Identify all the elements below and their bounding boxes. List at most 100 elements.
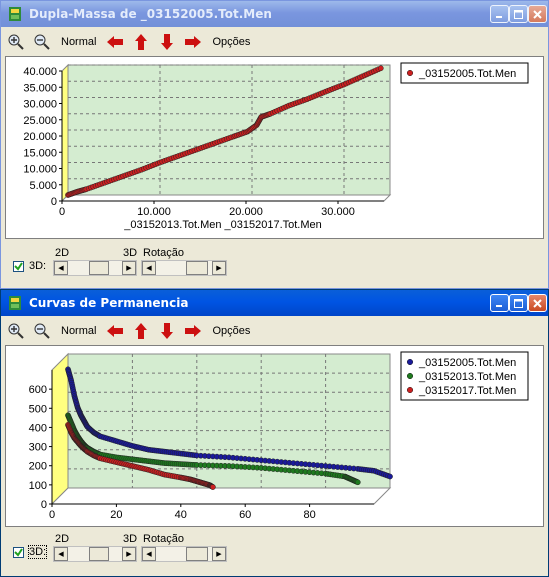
chart-toolbar: Normal Opções	[5, 31, 258, 53]
maximize-icon	[514, 9, 523, 19]
2d-3d-slider[interactable]: ◀ ▶	[53, 546, 137, 562]
pan-left-button[interactable]	[104, 32, 126, 52]
title-bar[interactable]: Dupla-Massa de _03152005.Tot.Men	[1, 1, 548, 27]
slider-thumb[interactable]	[89, 261, 109, 275]
chart-side-wall	[51, 352, 69, 506]
slider-left-button[interactable]: ◀	[54, 261, 68, 275]
rotation-slider[interactable]: ◀ ▶	[141, 546, 227, 562]
y-tick-label: 5.000	[29, 180, 57, 192]
slider-right-button[interactable]: ▶	[122, 547, 136, 561]
zoom-in-button[interactable]	[5, 321, 27, 341]
close-icon	[533, 9, 542, 19]
y-tick-label: 15.000	[23, 147, 57, 159]
title-bar[interactable]: Curvas de Permanencia	[1, 290, 548, 316]
zoom-out-icon	[34, 323, 50, 339]
maximize-button[interactable]	[509, 294, 528, 312]
legend-label: _03152005.Tot.Men	[418, 357, 516, 369]
x-tick-label: 30.000	[321, 206, 355, 218]
y-tick-label: 0	[41, 499, 47, 511]
x-tick-label: 0	[49, 509, 55, 521]
arrow-up-icon	[135, 34, 148, 50]
view-controls: 3D: 2D 3D Rotação ◀ ▶ ◀ ▶	[5, 530, 544, 570]
slider-thumb[interactable]	[89, 547, 109, 561]
slider-left-button[interactable]: ◀	[54, 547, 68, 561]
pan-up-button[interactable]	[130, 321, 152, 341]
close-button[interactable]	[528, 294, 547, 312]
y-tick-label: 0	[51, 196, 57, 208]
pan-right-button[interactable]	[182, 321, 204, 341]
double-mass-chart: 0 10.000 20.000 30.000 0 5.000 10.000 15.000 20.…	[5, 56, 544, 239]
normal-button[interactable]: Normal	[57, 321, 100, 341]
pan-down-button[interactable]	[156, 321, 178, 341]
3d-label: 3D	[123, 533, 138, 545]
double-mass-plot: 0 10.000 20.000 30.000 0 5.000 10.000 15.000 20.…	[23, 62, 529, 231]
arrow-down-icon	[161, 34, 174, 50]
rotation-slider[interactable]: ◀ ▶	[141, 260, 227, 276]
app-icon	[9, 7, 21, 21]
slider-right-button[interactable]: ▶	[122, 261, 136, 275]
zoom-in-button[interactable]	[5, 32, 27, 52]
pan-right-button[interactable]	[182, 32, 204, 52]
rotation-left-button[interactable]: ◀	[142, 261, 156, 275]
arrow-up-icon	[135, 323, 148, 339]
maximize-button[interactable]	[509, 5, 528, 23]
options-button[interactable]: Opções	[208, 32, 254, 52]
data-point	[387, 473, 393, 480]
3d-label: 3D	[123, 247, 138, 259]
minimize-button[interactable]	[490, 5, 509, 23]
y-tick-label: 10.000	[23, 164, 57, 176]
pan-left-button[interactable]	[104, 321, 126, 341]
zoom-out-button[interactable]	[31, 321, 53, 341]
close-icon	[533, 298, 542, 308]
x-tick-label: 0	[59, 206, 65, 218]
rotation-thumb[interactable]	[186, 547, 208, 561]
2d-3d-slider[interactable]: ◀ ▶	[53, 260, 137, 276]
legend-marker	[406, 69, 414, 77]
window-title: Curvas de Permanencia	[29, 296, 189, 310]
y-tick-label: 100	[29, 480, 47, 492]
zoom-out-icon	[34, 34, 50, 50]
x-tick-label: 40	[175, 509, 187, 521]
y-tick-label: 500	[29, 403, 47, 415]
minimize-icon	[496, 15, 502, 18]
minimize-button[interactable]	[490, 294, 509, 312]
window-title: Dupla-Massa de _03152005.Tot.Men	[29, 7, 272, 21]
flow-duration-chart: 0 20 40 60 80 0 100 200 300 400 500 600 _03152005.To…	[5, 345, 544, 527]
checkmark-icon	[14, 262, 23, 271]
close-button[interactable]	[528, 5, 547, 23]
zoom-out-button[interactable]	[31, 32, 53, 52]
data-point	[377, 65, 384, 72]
2d-label: 2D	[55, 533, 70, 545]
legend-label: _03152005.Tot.Men	[418, 68, 516, 80]
y-tick-label: 40.000	[23, 66, 57, 78]
pan-down-button[interactable]	[156, 32, 178, 52]
data-point	[354, 479, 361, 486]
arrow-right-icon	[185, 36, 202, 48]
view-controls: 3D: 2D 3D Rotação ◀ ▶ ◀ ▶	[5, 244, 544, 284]
3d-checkbox[interactable]	[13, 547, 24, 558]
x-tick-label: 80	[303, 509, 315, 521]
rotation-right-button[interactable]: ▶	[212, 261, 226, 275]
arrow-down-icon	[161, 323, 174, 339]
pan-up-button[interactable]	[130, 32, 152, 52]
rotation-right-button[interactable]: ▶	[212, 547, 226, 561]
y-tick-label: 30.000	[23, 99, 57, 111]
y-tick-label: 300	[29, 442, 47, 454]
3d-checkbox[interactable]	[13, 261, 24, 272]
arrow-left-icon	[107, 325, 124, 337]
rotation-thumb[interactable]	[186, 261, 208, 275]
chart-side-wall	[61, 63, 69, 203]
2d-label: 2D	[55, 247, 70, 259]
zoom-in-icon	[8, 323, 24, 339]
normal-button[interactable]: Normal	[57, 32, 100, 52]
chart-floor	[50, 487, 392, 505]
minimize-icon	[496, 304, 502, 307]
x-tick-label: 20	[110, 509, 122, 521]
y-tick-label: 200	[29, 461, 47, 473]
x-axis-label: _03152013.Tot.Men _03152017.Tot.Men	[123, 219, 322, 231]
rotation-left-button[interactable]: ◀	[142, 547, 156, 561]
y-tick-label: 600	[29, 384, 47, 396]
3d-checkbox-label: 3D:	[29, 260, 47, 272]
options-button[interactable]: Opções	[208, 321, 254, 341]
y-tick-label: 35.000	[23, 82, 57, 94]
